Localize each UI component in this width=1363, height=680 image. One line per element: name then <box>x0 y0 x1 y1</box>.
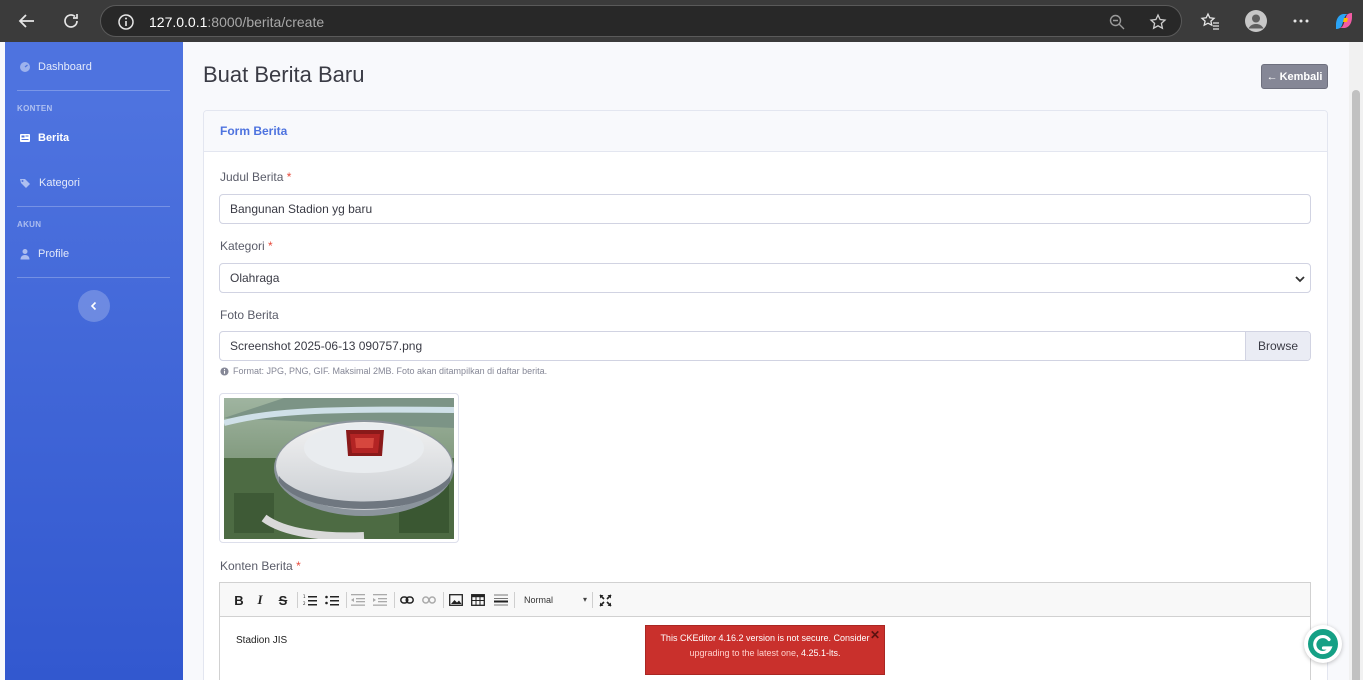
more-icon[interactable] <box>1289 9 1313 33</box>
sidebar-item-label: Dashboard <box>38 61 92 73</box>
sidebar: Dashboard KONTEN Berita Kategori AKUN Pr… <box>5 42 183 680</box>
back-button-label: Kembali <box>1279 70 1323 83</box>
judul-value: Bangunan Stadion yg baru <box>230 202 373 216</box>
close-icon[interactable]: ✕ <box>870 628 880 643</box>
profile-icon[interactable] <box>1244 9 1268 33</box>
link-icon[interactable] <box>398 591 416 609</box>
sidebar-item-label: Profile <box>38 248 70 260</box>
toolbar-separator <box>346 592 347 608</box>
ckeditor-warning: This CKEditor 4.16.2 version is not secu… <box>645 625 885 675</box>
toolbar-separator <box>592 592 593 608</box>
sidebar-toggle-button[interactable] <box>78 290 110 322</box>
bullet-list-icon[interactable] <box>323 591 341 609</box>
info-circle-icon <box>220 366 229 376</box>
editor-toolbar: B I S 12 Normal ▾ <box>220 583 1310 617</box>
foto-label: Foto Berita <box>220 308 279 322</box>
tags-icon <box>20 179 30 188</box>
sidebar-item-label: Berita <box>38 132 70 144</box>
strikethrough-icon[interactable]: S <box>274 591 292 609</box>
judul-input[interactable]: Bangunan Stadion yg baru <box>219 194 1311 224</box>
url-text: 127.0.0.1:8000/berita/create <box>149 14 325 30</box>
grammarly-icon[interactable] <box>1304 625 1342 663</box>
toolbar-separator <box>514 592 515 608</box>
chevron-left-icon <box>90 301 97 311</box>
sidebar-divider <box>17 277 170 278</box>
sidebar-heading: AKUN <box>17 220 42 229</box>
numbered-list-icon[interactable]: 12 <box>301 591 319 609</box>
star-icon[interactable] <box>1149 13 1167 31</box>
caret-down-icon: ▾ <box>582 595 587 604</box>
format-dropdown[interactable]: Normal ▾ <box>520 591 590 609</box>
bold-icon[interactable]: B <box>230 591 248 609</box>
svg-text:1: 1 <box>303 594 306 599</box>
kategori-label: Kategori * <box>220 239 273 253</box>
maximize-icon[interactable] <box>596 591 614 609</box>
toolbar-separator <box>297 592 298 608</box>
stadium-image <box>224 398 454 539</box>
sidebar-item-label: Kategori <box>39 177 80 189</box>
zoom-icon[interactable] <box>1108 13 1126 31</box>
browser-toolbar: 127.0.0.1:8000/berita/create <box>0 0 1363 42</box>
dashboard-icon <box>20 62 30 72</box>
info-icon[interactable] <box>117 13 135 31</box>
user-icon <box>20 249 30 260</box>
required-mark: * <box>286 170 292 184</box>
file-name: Screenshot 2025-06-13 090757.png <box>230 339 423 353</box>
sidebar-item-berita[interactable]: Berita <box>5 126 183 150</box>
sidebar-item-profile[interactable]: Profile <box>5 242 183 266</box>
italic-icon[interactable]: I <box>251 591 269 609</box>
indent-icon[interactable] <box>371 591 389 609</box>
outdent-icon[interactable] <box>349 591 367 609</box>
copilot-icon[interactable] <box>1332 9 1356 33</box>
file-input[interactable]: Screenshot 2025-06-13 090757.png Browse <box>219 331 1311 361</box>
page-title: Buat Berita Baru <box>203 62 365 87</box>
foto-help-text: Format: JPG, PNG, GIF. Maksimal 2MB. Fot… <box>220 366 547 376</box>
unlink-icon[interactable] <box>420 591 438 609</box>
sidebar-item-kategori[interactable]: Kategori <box>5 171 183 195</box>
svg-text:2: 2 <box>303 601 306 606</box>
required-mark: * <box>268 239 273 253</box>
refresh-icon[interactable] <box>58 8 84 34</box>
toolbar-separator <box>394 592 395 608</box>
image-preview <box>219 393 459 543</box>
address-bar[interactable]: 127.0.0.1:8000/berita/create <box>100 5 1182 37</box>
card-title: Form Berita <box>220 124 288 138</box>
chevron-down-icon <box>1295 276 1305 283</box>
horizontal-line-icon[interactable] <box>492 591 510 609</box>
sidebar-divider <box>17 90 170 91</box>
konten-label: Konten Berita * <box>220 559 301 573</box>
card-header: Form Berita <box>204 111 1327 152</box>
editor-content[interactable]: Stadion JIS <box>236 635 287 646</box>
kategori-select[interactable]: Olahraga <box>219 263 1311 293</box>
page-scrollbar[interactable] <box>1349 42 1363 680</box>
judul-label: Judul Berita * <box>220 170 292 184</box>
format-value: Normal <box>524 595 554 605</box>
browse-button[interactable]: Browse <box>1245 332 1310 360</box>
sidebar-item-dashboard[interactable]: Dashboard <box>5 55 183 79</box>
back-arrow-icon[interactable] <box>14 8 40 34</box>
newspaper-icon <box>20 134 30 142</box>
sidebar-divider <box>17 206 170 207</box>
sidebar-heading: KONTEN <box>17 104 53 113</box>
favorites-icon[interactable] <box>1198 9 1222 33</box>
scrollbar-thumb[interactable] <box>1352 90 1360 680</box>
table-icon[interactable] <box>469 591 487 609</box>
toolbar-separator <box>443 592 444 608</box>
kategori-selected: Olahraga <box>230 271 280 285</box>
required-mark: * <box>296 559 301 573</box>
arrow-left-icon: ← <box>1266 70 1278 83</box>
image-icon[interactable] <box>447 591 465 609</box>
back-button[interactable]: ← Kembali <box>1261 64 1328 89</box>
upgrade-link[interactable]: upgrading to the latest one <box>689 648 796 658</box>
